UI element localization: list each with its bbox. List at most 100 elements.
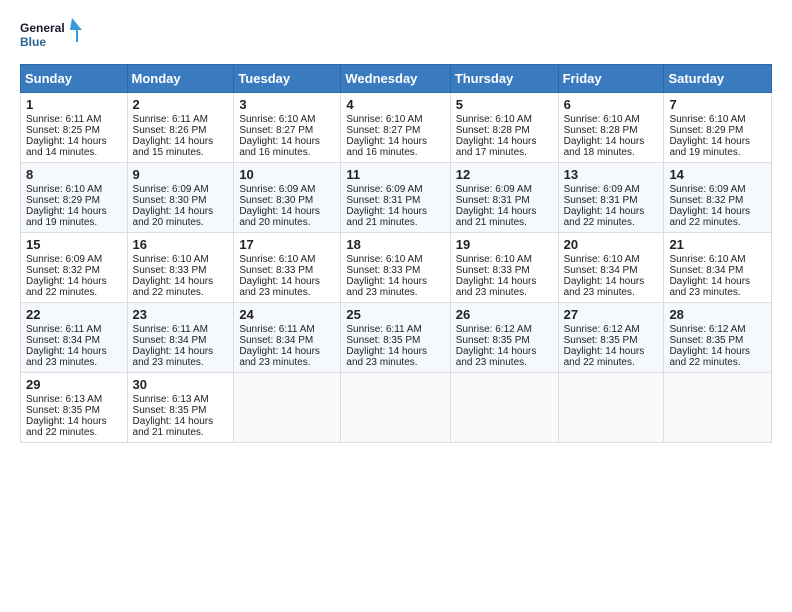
day-number: 14 [669, 167, 766, 182]
cell-info: Daylight: 14 hours and 14 minutes. [26, 136, 122, 158]
calendar-cell: 11Sunrise: 6:09 AMSunset: 8:31 PMDayligh… [341, 163, 450, 233]
calendar-cell: 14 Sunrise: 6:09 AMSunset: 8:32 PMDayligh… [664, 163, 772, 233]
day-number: 15 [26, 237, 122, 252]
cell-info: Sunrise: 6:09 AM [26, 254, 122, 265]
weekday-header-saturday: Saturday [664, 65, 772, 93]
logo: General Blue [20, 16, 90, 56]
day-number: 30 [133, 377, 229, 392]
cell-info: Daylight: 14 hours and 23 minutes. [669, 276, 766, 298]
calendar-cell: 29Sunrise: 6:13 AMSunset: 8:35 PMDayligh… [21, 373, 128, 443]
weekday-header-friday: Friday [558, 65, 664, 93]
cell-info: Sunset: 8:33 PM [133, 265, 229, 276]
calendar-cell: 1Sunrise: 6:11 AMSunset: 8:25 PMDaylight… [21, 93, 128, 163]
cell-info: Sunrise: 6:10 AM [133, 254, 229, 265]
day-number: 1 [26, 97, 122, 112]
cell-info: Daylight: 14 hours and 22 minutes. [669, 346, 766, 368]
calendar-cell: 13Sunrise: 6:09 AMSunset: 8:31 PMDayligh… [558, 163, 664, 233]
cell-info: Sunrise: 6:12 AM [669, 324, 766, 335]
calendar-cell: 16 Sunrise: 6:10 AMSunset: 8:33 PMDayligh… [127, 233, 234, 303]
day-number: 6 [564, 97, 659, 112]
cell-info: Sunset: 8:28 PM [564, 125, 659, 136]
day-number: 10 [239, 167, 335, 182]
cell-info: Daylight: 14 hours and 23 minutes. [346, 276, 444, 298]
cell-info: Sunrise: 6:11 AM [26, 114, 122, 125]
calendar-cell: 5Sunrise: 6:10 AMSunset: 8:28 PMDaylight… [450, 93, 558, 163]
cell-info: Daylight: 14 hours and 18 minutes. [564, 136, 659, 158]
cell-info: Sunset: 8:26 PM [133, 125, 229, 136]
cell-info: Sunrise: 6:11 AM [346, 324, 444, 335]
cell-info: Sunrise: 6:11 AM [133, 114, 229, 125]
day-number: 25 [346, 307, 444, 322]
cell-info: Sunrise: 6:10 AM [669, 254, 766, 265]
cell-info: Sunset: 8:34 PM [239, 335, 335, 346]
day-number: 9 [133, 167, 229, 182]
logo-svg: General Blue [20, 16, 90, 56]
cell-info: Sunrise: 6:10 AM [239, 254, 335, 265]
calendar-cell [450, 373, 558, 443]
calendar-week-row: 29Sunrise: 6:13 AMSunset: 8:35 PMDayligh… [21, 373, 772, 443]
cell-info: Sunset: 8:31 PM [346, 195, 444, 206]
calendar-week-row: 1Sunrise: 6:11 AMSunset: 8:25 PMDaylight… [21, 93, 772, 163]
calendar-cell: 6 Sunrise: 6:10 AMSunset: 8:28 PMDaylight… [558, 93, 664, 163]
calendar-cell: 18Sunrise: 6:10 AMSunset: 8:33 PMDayligh… [341, 233, 450, 303]
cell-info: Daylight: 14 hours and 23 minutes. [26, 346, 122, 368]
calendar-cell: 4Sunrise: 6:10 AMSunset: 8:27 PMDaylight… [341, 93, 450, 163]
calendar-cell: 30Sunrise: 6:13 AMSunset: 8:35 PMDayligh… [127, 373, 234, 443]
weekday-header-monday: Monday [127, 65, 234, 93]
cell-info: Daylight: 14 hours and 23 minutes. [456, 346, 553, 368]
day-number: 18 [346, 237, 444, 252]
cell-info: Sunset: 8:35 PM [564, 335, 659, 346]
cell-info: Sunrise: 6:10 AM [564, 254, 659, 265]
cell-info: Sunset: 8:35 PM [26, 405, 122, 416]
cell-info: Sunrise: 6:10 AM [456, 254, 553, 265]
cell-info: Daylight: 14 hours and 21 minutes. [133, 416, 229, 438]
day-number: 17 [239, 237, 335, 252]
day-number: 12 [456, 167, 553, 182]
weekday-header-sunday: Sunday [21, 65, 128, 93]
cell-info: Sunset: 8:32 PM [669, 195, 766, 206]
day-number: 27 [564, 307, 659, 322]
cell-info: Sunrise: 6:10 AM [564, 114, 659, 125]
cell-info: Daylight: 14 hours and 17 minutes. [456, 136, 553, 158]
calendar-cell: 15Sunrise: 6:09 AMSunset: 8:32 PMDayligh… [21, 233, 128, 303]
cell-info: Sunset: 8:27 PM [239, 125, 335, 136]
cell-info: Sunset: 8:30 PM [133, 195, 229, 206]
cell-info: Sunrise: 6:13 AM [26, 394, 122, 405]
cell-info: Sunrise: 6:10 AM [239, 114, 335, 125]
cell-info: Daylight: 14 hours and 22 minutes. [669, 206, 766, 228]
day-number: 13 [564, 167, 659, 182]
calendar-cell [341, 373, 450, 443]
cell-info: Daylight: 14 hours and 22 minutes. [133, 276, 229, 298]
cell-info: Daylight: 14 hours and 21 minutes. [346, 206, 444, 228]
day-number: 2 [133, 97, 229, 112]
day-number: 16 [133, 237, 229, 252]
calendar-cell: 21Sunrise: 6:10 AMSunset: 8:34 PMDayligh… [664, 233, 772, 303]
calendar-cell: 2 Sunrise: 6:11 AMSunset: 8:26 PMDaylight… [127, 93, 234, 163]
cell-info: Daylight: 14 hours and 21 minutes. [456, 206, 553, 228]
cell-info: Sunrise: 6:09 AM [564, 184, 659, 195]
cell-info: Sunrise: 6:10 AM [456, 114, 553, 125]
cell-info: Sunrise: 6:09 AM [456, 184, 553, 195]
calendar-cell: 27Sunrise: 6:12 AMSunset: 8:35 PMDayligh… [558, 303, 664, 373]
cell-info: Daylight: 14 hours and 19 minutes. [669, 136, 766, 158]
cell-info: Sunset: 8:27 PM [346, 125, 444, 136]
cell-info: Daylight: 14 hours and 23 minutes. [346, 346, 444, 368]
calendar-header-row: SundayMondayTuesdayWednesdayThursdayFrid… [21, 65, 772, 93]
cell-info: Sunrise: 6:11 AM [133, 324, 229, 335]
calendar-week-row: 22Sunrise: 6:11 AMSunset: 8:34 PMDayligh… [21, 303, 772, 373]
calendar-cell: 28Sunrise: 6:12 AMSunset: 8:35 PMDayligh… [664, 303, 772, 373]
cell-info: Sunset: 8:35 PM [133, 405, 229, 416]
day-number: 26 [456, 307, 553, 322]
calendar-week-row: 15Sunrise: 6:09 AMSunset: 8:32 PMDayligh… [21, 233, 772, 303]
day-number: 3 [239, 97, 335, 112]
day-number: 4 [346, 97, 444, 112]
cell-info: Sunrise: 6:09 AM [669, 184, 766, 195]
calendar-cell: 9Sunrise: 6:09 AMSunset: 8:30 PMDaylight… [127, 163, 234, 233]
calendar-cell: 23Sunrise: 6:11 AMSunset: 8:34 PMDayligh… [127, 303, 234, 373]
page-header: General Blue [20, 16, 772, 56]
svg-text:Blue: Blue [20, 35, 46, 49]
day-number: 21 [669, 237, 766, 252]
cell-info: Sunrise: 6:12 AM [564, 324, 659, 335]
cell-info: Daylight: 14 hours and 15 minutes. [133, 136, 229, 158]
cell-info: Sunrise: 6:10 AM [346, 254, 444, 265]
